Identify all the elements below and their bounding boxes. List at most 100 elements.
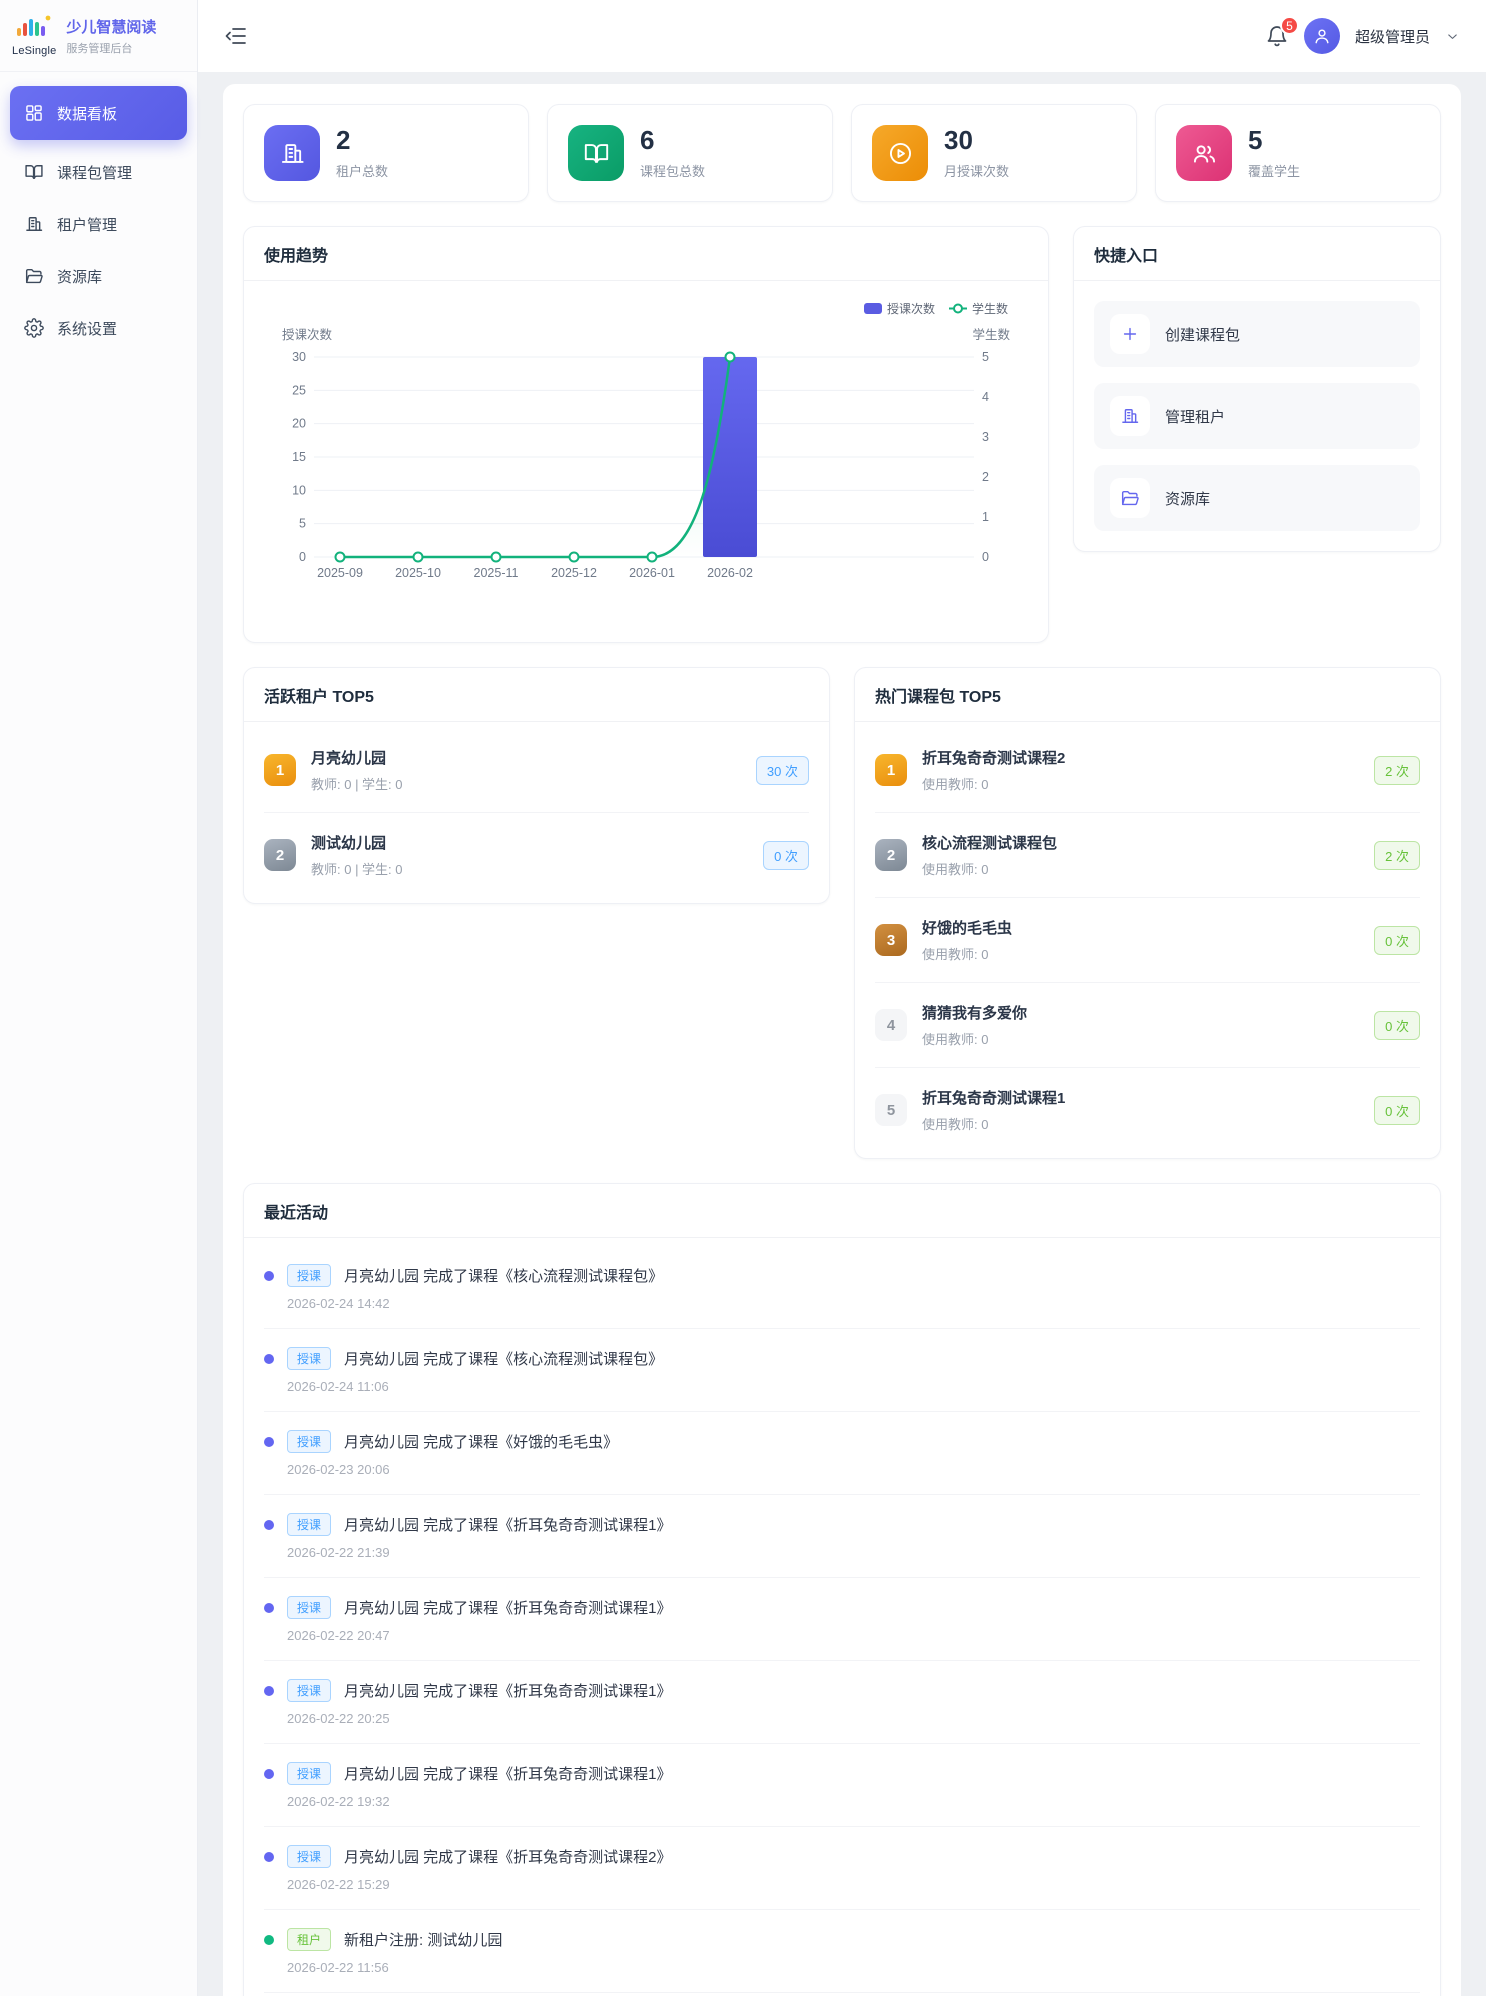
hot-packages-list: 1 折耳兔奇奇测试课程2 使用教师: 0 2 次 2 核心流程测试课程包 使用教… (855, 722, 1440, 1158)
svg-text:授课次数: 授课次数 (282, 327, 333, 342)
activity-time: 2026-02-22 19:32 (287, 1794, 1420, 1809)
avatar[interactable] (1304, 18, 1340, 54)
sidebar-item[interactable]: 资源库 (10, 252, 187, 300)
quick-entry-item[interactable]: 管理租户 (1094, 383, 1420, 449)
quick-entry-item[interactable]: 创建课程包 (1094, 301, 1420, 367)
top5-name: 好饿的毛毛虫 (922, 917, 1374, 938)
activity-dot (264, 1271, 274, 1281)
building-icon (264, 125, 320, 181)
sidebar-item[interactable]: 课程包管理 (10, 148, 187, 196)
chevron-down-icon[interactable] (1445, 29, 1460, 44)
user-name[interactable]: 超级管理员 (1355, 26, 1430, 47)
svg-text:0: 0 (299, 550, 306, 564)
rank-badge: 1 (875, 754, 907, 786)
top5-meta: 教师: 0 | 学生: 0 (311, 859, 763, 878)
activity-tag: 授课 (287, 1430, 331, 1453)
svg-text:4: 4 (982, 390, 989, 404)
activity-row: 租户 新租户注册: 测试幼儿园 2026-02-22 11:56 (264, 1910, 1420, 1993)
top5-row: 2 测试幼儿园 教师: 0 | 学生: 0 0 次 (264, 813, 809, 897)
activity-time: 2026-02-22 20:47 (287, 1628, 1420, 1643)
svg-text:10: 10 (292, 483, 306, 497)
quick-entry-label: 管理租户 (1165, 406, 1225, 427)
activity-text: 月亮幼儿园 完成了课程《好饿的毛毛虫》 (344, 1431, 618, 1452)
building-icon (24, 214, 44, 234)
activity-text: 月亮幼儿园 完成了课程《折耳兔奇奇测试课程1》 (344, 1514, 672, 1535)
book-icon (24, 162, 44, 182)
dashboard-panel: 2 租户总数 6 课程包总数 30 月授课次数 5 覆盖学生 使用趋势 (223, 84, 1461, 1996)
brand-subtitle: 服务管理后台 (66, 40, 156, 56)
folder-icon (1110, 478, 1150, 518)
top5-meta: 使用教师: 0 (922, 1114, 1374, 1133)
notification-badge: 5 (1280, 16, 1299, 35)
quick-entry-title: 快捷入口 (1074, 227, 1440, 281)
notification-bell-icon[interactable]: 5 (1265, 24, 1289, 48)
top5-row: 3 好饿的毛毛虫 使用教师: 0 0 次 (875, 898, 1420, 983)
activity-text: 新租户注册: 测试幼儿园 (344, 1929, 502, 1950)
activity-row: 授课 月亮幼儿园 完成了课程《好饿的毛毛虫》 2026-02-23 20:06 (264, 1412, 1420, 1495)
hot-packages-title: 热门课程包 TOP5 (855, 668, 1440, 722)
sidebar-item-label: 课程包管理 (57, 162, 132, 183)
sidebar-item[interactable]: 系统设置 (10, 304, 187, 352)
quick-entry-list: 创建课程包 管理租户 资源库 (1074, 281, 1440, 551)
top5-row: 4 猜猜我有多爱你 使用教师: 0 0 次 (875, 983, 1420, 1068)
activity-text: 月亮幼儿园 完成了课程《折耳兔奇奇测试课程1》 (344, 1597, 672, 1618)
svg-text:2: 2 (982, 470, 989, 484)
activity-time: 2026-02-22 15:29 (287, 1877, 1420, 1892)
recent-activity-title: 最近活动 (244, 1184, 1440, 1238)
sidebar-item-label: 数据看板 (57, 103, 117, 124)
svg-text:授课次数: 授课次数 (887, 301, 935, 316)
rank-badge: 2 (875, 839, 907, 871)
top5-name: 折耳兔奇奇测试课程2 (922, 747, 1374, 768)
top5-row: 1 月亮幼儿园 教师: 0 | 学生: 0 30 次 (264, 728, 809, 813)
quick-entry-label: 创建课程包 (1165, 324, 1240, 345)
svg-text:学生数: 学生数 (972, 327, 1010, 342)
svg-text:25: 25 (292, 383, 306, 397)
quick-entry-item[interactable]: 资源库 (1094, 465, 1420, 531)
svg-text:2026-02: 2026-02 (707, 566, 753, 580)
stats-row: 2 租户总数 6 课程包总数 30 月授课次数 5 覆盖学生 (243, 104, 1441, 202)
folder-icon (24, 266, 44, 286)
app-layout: LeSingle 少儿智慧阅读 服务管理后台 数据看板 课程包管理 租户管理 资… (0, 0, 1486, 1996)
user-area: 5 超级管理员 (1265, 18, 1460, 54)
count-badge: 2 次 (1374, 756, 1420, 785)
activity-dot (264, 1520, 274, 1530)
svg-text:1: 1 (982, 510, 989, 524)
stat-value: 5 (1248, 126, 1300, 155)
stat-card: 2 租户总数 (243, 104, 529, 202)
svg-text:30: 30 (292, 350, 306, 364)
quick-entry-label: 资源库 (1165, 488, 1210, 509)
stat-value: 6 (640, 126, 705, 155)
plus-icon (1110, 314, 1150, 354)
main-column: 5 超级管理员 2 租户总数 6 课程包总数 (198, 0, 1486, 1996)
activity-dot (264, 1769, 274, 1779)
svg-text:0: 0 (982, 550, 989, 564)
svg-text:15: 15 (292, 450, 306, 464)
hot-packages-card: 热门课程包 TOP5 1 折耳兔奇奇测试课程2 使用教师: 0 2 次 2 核心… (854, 667, 1441, 1159)
sidebar: LeSingle 少儿智慧阅读 服务管理后台 数据看板 课程包管理 租户管理 资… (0, 0, 198, 1996)
users-icon (1176, 125, 1232, 181)
activity-dot (264, 1935, 274, 1945)
top5-meta: 使用教师: 0 (922, 944, 1374, 963)
count-badge: 2 次 (1374, 841, 1420, 870)
activity-tag: 授课 (287, 1596, 331, 1619)
top5-meta: 教师: 0 | 学生: 0 (311, 774, 756, 793)
rank-badge: 4 (875, 1009, 907, 1041)
svg-text:2026-01: 2026-01 (629, 566, 675, 580)
activity-row: 授课 月亮幼儿园 完成了课程《折耳兔奇奇测试课程1》 2026-02-22 19… (264, 1744, 1420, 1827)
sidebar-collapse-icon[interactable] (224, 24, 248, 48)
stat-label: 月授课次数 (944, 161, 1009, 180)
activity-dot (264, 1686, 274, 1696)
activity-tag: 租户 (287, 1928, 331, 1951)
rank-badge: 2 (264, 839, 296, 871)
stat-label: 覆盖学生 (1248, 161, 1300, 180)
sidebar-item[interactable]: 数据看板 (10, 86, 187, 140)
dashboard-icon (24, 103, 44, 123)
top5-name: 猜猜我有多爱你 (922, 1002, 1374, 1023)
svg-text:20: 20 (292, 417, 306, 431)
stat-card: 5 覆盖学生 (1155, 104, 1441, 202)
brand-name: LeSingle (12, 45, 56, 57)
activity-tag: 授课 (287, 1845, 331, 1868)
sidebar-item[interactable]: 租户管理 (10, 200, 187, 248)
rank-badge: 1 (264, 754, 296, 786)
recent-activity-list: 授课 月亮幼儿园 完成了课程《核心流程测试课程包》 2026-02-24 14:… (244, 1238, 1440, 1996)
